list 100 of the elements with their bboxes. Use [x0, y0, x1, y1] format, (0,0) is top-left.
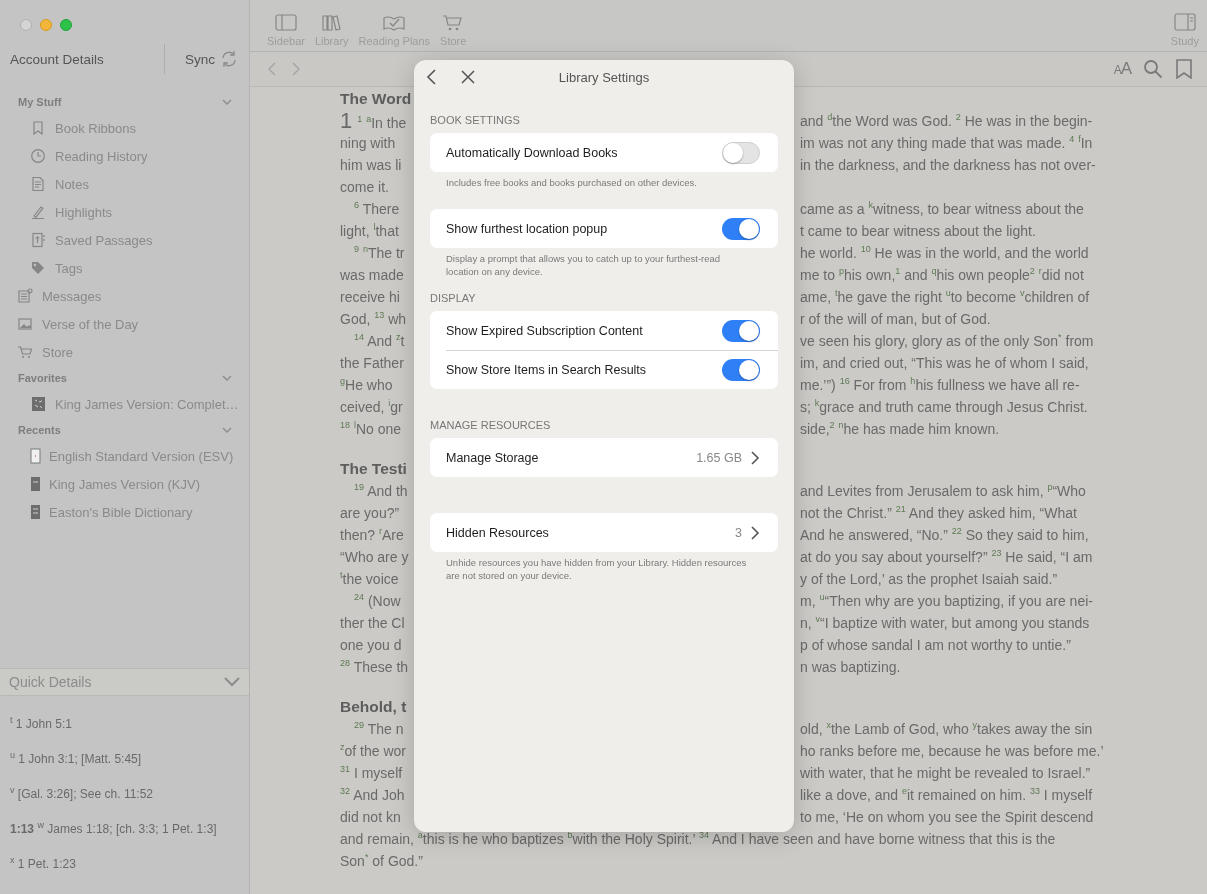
verse-text: the Father	[340, 354, 404, 373]
verse-text: then? $^{r}$Are	[340, 525, 404, 545]
sidebar-item[interactable]: Highlights	[0, 198, 249, 226]
cross-reference[interactable]: $^{v}$ [Gal. 3:26]; See ch. 11:52	[0, 773, 249, 808]
bookmark-icon[interactable]	[1175, 59, 1193, 79]
image-icon	[17, 316, 33, 332]
sidebar-item[interactable]: Reading History	[0, 142, 249, 170]
sidebar-item[interactable]: King James Version: Complet…	[0, 390, 249, 418]
verse-text: im was not any thing made that was made. $^{4}$ $^{f}$In	[800, 133, 1094, 153]
setting-label: Show Store Items in Search Results	[446, 363, 648, 377]
verse-text: me.’”) $^{16}$ For from $^{h}$his fullness we have all re-	[800, 375, 1081, 395]
verse-text: God, $^{13}$ wh	[340, 309, 407, 329]
sidebar-item[interactable]: King James Version (KJV)	[0, 470, 249, 498]
verse-text: come it.	[340, 178, 389, 197]
section-heading: Behold, t	[340, 697, 407, 717]
panel-title: Quick Details	[9, 674, 92, 690]
sidebar-item[interactable]: Notes	[0, 170, 249, 198]
setting-label: Automatically Download Books	[446, 145, 619, 160]
cross-reference[interactable]: $^{u}$ 1 John 3:1; [Matt. 5:45]	[0, 738, 249, 773]
chapter-number: 1	[340, 110, 353, 132]
minimize-button[interactable]	[40, 19, 52, 31]
sidebar-item[interactable]: Tags	[0, 254, 249, 282]
sidebar-item[interactable]: Verse of the Day	[0, 310, 249, 338]
verse-text: did not kn	[340, 808, 401, 827]
verse-text: m, $^{u}$“Then why are you baptizing, if you are nei-	[800, 591, 1094, 611]
setting-description: Unhide resources you have hidden from your Library. Hidden resources are not stored on your device.	[445, 556, 748, 582]
book-cover-icon	[27, 448, 43, 464]
sidebar-item[interactable]: Store	[0, 338, 249, 366]
cart-icon	[17, 344, 33, 360]
verse-text: “Who are y	[340, 548, 409, 567]
sidebar-item[interactable]: Messages	[0, 282, 249, 310]
sidebar-item[interactable]: Easton's Bible Dictionary	[0, 498, 249, 526]
message-icon	[17, 288, 33, 304]
account-details-link[interactable]: Account Details	[10, 51, 164, 67]
setting-label: Hidden Resources	[446, 525, 550, 540]
verse-text: $^{19}$ And th	[353, 481, 408, 501]
sync-label: Sync	[185, 51, 215, 67]
toggle-switch[interactable]	[722, 359, 760, 381]
chevron-right-icon[interactable]	[750, 449, 760, 466]
verse-text: p of whose sandal I am not worthy to untie.”	[800, 636, 1072, 655]
section-header: Favorites	[18, 372, 67, 384]
cross-reference[interactable]: $^{x}$ 1 Pet. 1:23	[0, 843, 249, 878]
text-size-button[interactable]: AA	[1113, 59, 1131, 79]
close-icon[interactable]	[460, 69, 476, 85]
books-icon	[319, 12, 344, 32]
verse-text: $^{t}$the voice	[340, 569, 399, 589]
verse-text: $^{14}$ And $^{z}$t	[353, 331, 405, 351]
chevron-right-icon[interactable]	[750, 524, 760, 541]
verse-text: $^{6}$ There	[353, 199, 400, 219]
verse-text: t came to bear witness about the light.	[800, 222, 1037, 241]
verse-text: and Levites from Jerusalem to ask him, $^{p}$“Who	[800, 481, 1087, 501]
panel-icon	[1172, 12, 1197, 32]
setting-value: 3	[735, 525, 742, 540]
verse-text: $^{29}$ The n	[353, 719, 404, 739]
verse-text: ceived, $^{i}$gr	[340, 397, 403, 417]
setting-label: Show Expired Subscription Content	[446, 323, 644, 338]
verse-text: $^{24}$ (Now	[353, 591, 401, 611]
verse-text: light, $^{l}$that	[340, 221, 399, 241]
sidebar-item[interactable]: Saved Passages	[0, 226, 249, 254]
verse-text: to me, ‘He on whom you see the Spirit descend	[800, 808, 1095, 827]
verse-text: in the darkness, and the darkness has not over-	[800, 156, 1097, 175]
verse-text: with water, that he might be revealed to Israel.”	[800, 764, 1092, 783]
verse-text: are you?”	[340, 504, 400, 523]
section-title: DISPLAY	[429, 291, 477, 306]
verse-text: $^{z}$of the wor	[340, 741, 406, 761]
setting-label: Show furthest location popup	[446, 221, 609, 236]
back-icon[interactable]	[426, 68, 438, 86]
verse-text: was made	[340, 266, 404, 285]
verse-text: $^{31}$ I myself	[340, 763, 403, 783]
verse-text: ho ranks before me, because he was before me.’	[800, 742, 1105, 761]
toggle-switch[interactable]	[722, 141, 760, 164]
sidebar-item[interactable]: Book Ribbons	[0, 114, 249, 142]
zoom-button[interactable]	[60, 19, 72, 31]
verse-text: n was baptizing.	[800, 658, 902, 677]
setting-value: 1.65 GB	[696, 450, 742, 465]
section-title: MANAGE RESOURCES	[429, 418, 552, 433]
search-icon[interactable]	[1143, 59, 1163, 79]
cross-reference[interactable]: $^{t}$ 1 John 5:1	[0, 703, 249, 738]
book-cover-icon	[30, 396, 46, 412]
clock-icon	[30, 148, 46, 164]
verse-text: at do you say about yourself?” $^{23}$ He said, “I am	[800, 547, 1094, 567]
toggle-switch[interactable]	[722, 319, 760, 342]
toggle-switch[interactable]	[722, 217, 760, 240]
note-icon	[30, 176, 46, 192]
verse-text: one you d	[340, 636, 402, 655]
verse-text: old, $^{x}$the Lamb of God, who $^{y}$takes away the sin	[800, 719, 1094, 739]
verse-text: ning with	[340, 134, 396, 153]
sync-icon[interactable]	[219, 49, 239, 69]
verse-text: him was li	[340, 156, 402, 175]
verse-text: im, and cried out, “This was he of whom I said,	[800, 354, 1090, 373]
close-button[interactable]	[20, 19, 32, 31]
section-heading: The Testi	[340, 459, 407, 479]
cross-reference[interactable]: 1:13 $^{w}$ James 1:18; [ch. 3:3; 1 Pet. 1:3]	[0, 808, 249, 843]
sidebar-item[interactable]: English Standard Version (ESV)	[0, 442, 249, 470]
verse-text: and $^{d}$the Word was God. $^{2}$ He was in the begin-	[800, 111, 1094, 131]
pen-icon	[30, 204, 46, 220]
verse-text: $^{g}$He who	[340, 375, 393, 395]
chevron-down-icon[interactable]	[223, 676, 241, 688]
tag-icon	[30, 260, 46, 276]
dialog-title: Library Settings	[558, 69, 650, 85]
